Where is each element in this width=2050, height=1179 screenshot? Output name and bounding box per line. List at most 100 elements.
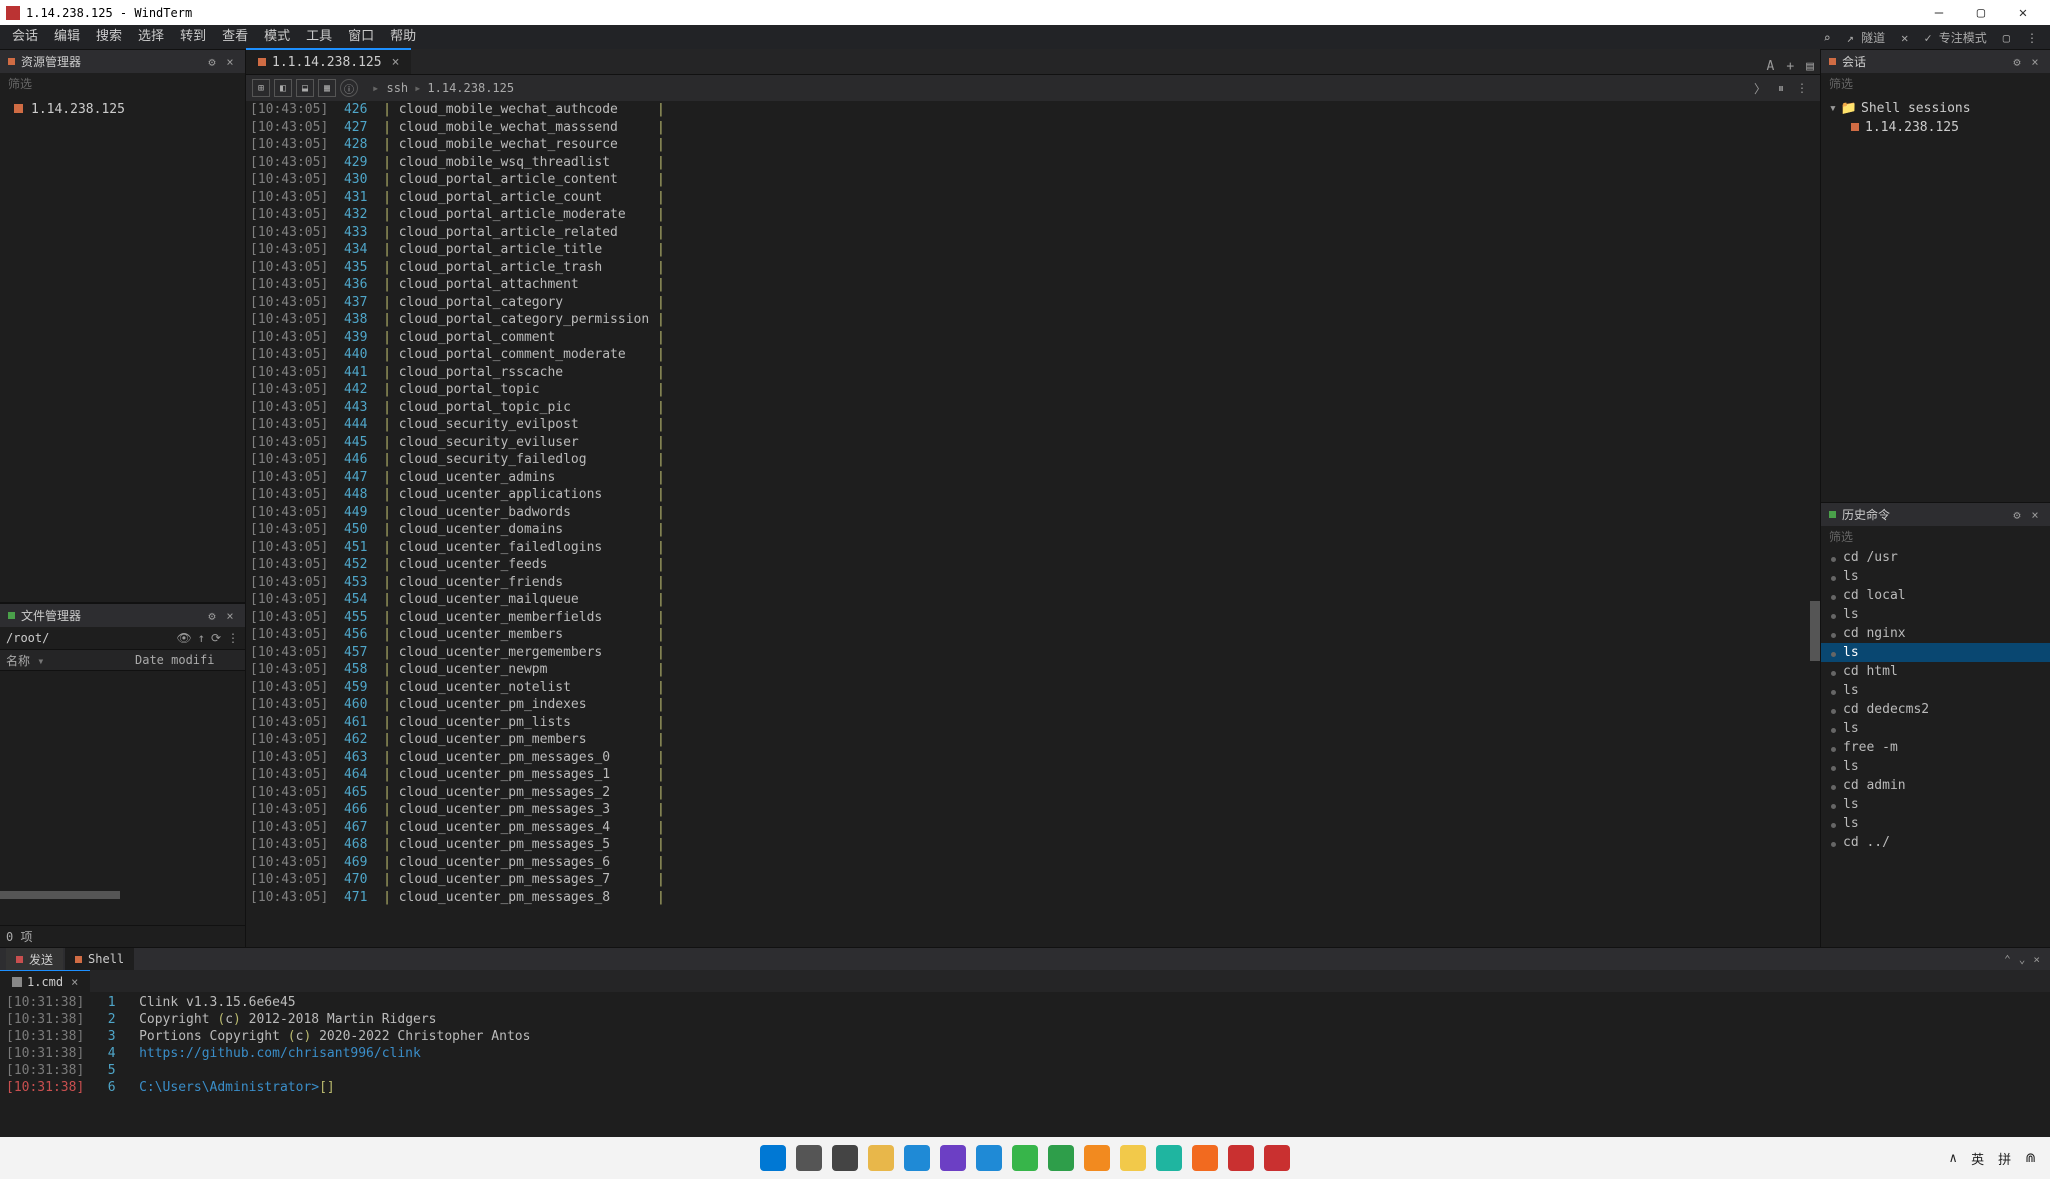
- close-icon[interactable]: ×: [2028, 508, 2042, 522]
- tray-chevron-icon[interactable]: ∧: [1949, 1151, 1957, 1166]
- pause-icon[interactable]: ⏸: [1772, 81, 1790, 96]
- vertical-scrollbar[interactable]: [1810, 601, 1820, 661]
- horizontal-scrollbar[interactable]: [0, 891, 120, 899]
- tab-close-icon[interactable]: ×: [392, 55, 400, 70]
- cmd-tab[interactable]: 1.cmd×: [0, 970, 90, 992]
- sessions-folder[interactable]: ▾📁Shell sessions: [1821, 99, 2050, 118]
- history-filter[interactable]: 筛选: [1821, 526, 2050, 548]
- expand-icon[interactable]: ⌄: [2015, 953, 2030, 966]
- explorer-node[interactable]: 1.14.238.125: [0, 99, 245, 120]
- history-item[interactable]: cd html: [1821, 662, 2050, 681]
- history-item[interactable]: ls: [1821, 795, 2050, 814]
- menu-item[interactable]: 编辑: [46, 29, 88, 44]
- refresh-icon[interactable]: ⟳: [211, 631, 221, 645]
- close-icon[interactable]: ×: [223, 609, 237, 623]
- split-q-icon[interactable]: ▦: [318, 79, 336, 97]
- explorer-filter[interactable]: 筛选: [0, 73, 245, 95]
- minimize-button[interactable]: —: [1918, 5, 1960, 21]
- menu-right-item[interactable]: ↗ 隧道: [1839, 31, 1893, 45]
- split-icon[interactable]: ⊞: [252, 79, 270, 97]
- menu-item[interactable]: 工具: [298, 29, 340, 44]
- collapse-icon[interactable]: ⌃: [2000, 953, 2015, 966]
- history-item[interactable]: ls: [1821, 719, 2050, 738]
- history-item[interactable]: ls: [1821, 814, 2050, 833]
- tab-add-icon[interactable]: +: [1780, 59, 1800, 74]
- close-icon[interactable]: ×: [223, 55, 237, 69]
- terminal[interactable]: [10:43:05] 426 | cloud_mobile_wechat_aut…: [246, 101, 1820, 947]
- taskbar-app[interactable]: [1228, 1145, 1254, 1171]
- menu-item[interactable]: 窗口: [340, 29, 382, 44]
- menu-item[interactable]: 查看: [214, 29, 256, 44]
- split-h-icon[interactable]: ◧: [274, 79, 292, 97]
- menu-right-item[interactable]: ⋮: [2018, 31, 2046, 45]
- taskbar-app[interactable]: [1156, 1145, 1182, 1171]
- history-item[interactable]: ls: [1821, 643, 2050, 662]
- menu-right-item[interactable]: ✕: [1893, 31, 1916, 45]
- menu-item[interactable]: 选择: [130, 29, 172, 44]
- bottom-terminal[interactable]: [10:31:38] 1 Clink v1.3.15.6e6e45[10:31:…: [0, 992, 2050, 1105]
- taskbar-app[interactable]: [904, 1145, 930, 1171]
- taskbar-app[interactable]: [976, 1145, 1002, 1171]
- chevron-right-icon[interactable]: 〉: [1748, 80, 1772, 97]
- info-icon[interactable]: ⓘ: [340, 79, 358, 97]
- maximize-button[interactable]: ▢: [1960, 5, 2002, 21]
- tab-layout-icon[interactable]: ▤: [1800, 59, 1820, 74]
- filemgr-body[interactable]: [0, 671, 245, 925]
- close-icon[interactable]: ×: [2029, 953, 2044, 966]
- taskbar-app[interactable]: [940, 1145, 966, 1171]
- history-item[interactable]: ls: [1821, 681, 2050, 700]
- history-item[interactable]: cd nginx: [1821, 624, 2050, 643]
- taskbar-app[interactable]: [832, 1145, 858, 1171]
- up-icon[interactable]: ↑: [198, 631, 205, 645]
- history-item[interactable]: free -m: [1821, 738, 2050, 757]
- menu-right-item[interactable]: ⌕: [1815, 31, 1838, 45]
- history-item[interactable]: cd local: [1821, 586, 2050, 605]
- sessions-leaf[interactable]: 1.14.238.125: [1821, 118, 2050, 137]
- menu-item[interactable]: 模式: [256, 29, 298, 44]
- close-button[interactable]: ✕: [2002, 5, 2044, 21]
- history-item[interactable]: ls: [1821, 757, 2050, 776]
- taskbar-app[interactable]: [760, 1145, 786, 1171]
- menu-item[interactable]: 搜索: [88, 29, 130, 44]
- gear-icon[interactable]: ⚙: [205, 55, 219, 69]
- taskbar-app[interactable]: [1048, 1145, 1074, 1171]
- history-item[interactable]: cd admin: [1821, 776, 2050, 795]
- close-icon[interactable]: ×: [71, 975, 78, 989]
- taskbar-app[interactable]: [868, 1145, 894, 1171]
- history-item[interactable]: cd ../: [1821, 833, 2050, 852]
- explorer-tree[interactable]: 1.14.238.125: [0, 95, 245, 602]
- taskbar-app[interactable]: [1012, 1145, 1038, 1171]
- bottom-tab-shell[interactable]: Shell: [65, 948, 134, 970]
- ime-lang1[interactable]: 英: [1971, 1149, 1984, 1168]
- sessions-tree[interactable]: ▾📁Shell sessions 1.14.238.125: [1821, 95, 2050, 502]
- gear-icon[interactable]: ⚙: [2010, 508, 2024, 522]
- filemgr-path[interactable]: /root/: [6, 631, 170, 645]
- taskbar-app[interactable]: [796, 1145, 822, 1171]
- tab-action-a[interactable]: A: [1761, 59, 1781, 74]
- history-item[interactable]: ls: [1821, 605, 2050, 624]
- gear-icon[interactable]: ⚙: [2010, 55, 2024, 69]
- tab-session[interactable]: 1.1.14.238.125 ×: [246, 48, 411, 74]
- breadcrumb[interactable]: ▸ ssh ▸ 1.14.238.125: [372, 81, 514, 95]
- split-v-icon[interactable]: ⬓: [296, 79, 314, 97]
- history-item[interactable]: ls: [1821, 567, 2050, 586]
- menu-item[interactable]: 帮助: [382, 29, 424, 44]
- close-icon[interactable]: ×: [2028, 55, 2042, 69]
- taskbar-app[interactable]: [1192, 1145, 1218, 1171]
- menu-right-item[interactable]: ✓ 专注模式: [1916, 31, 1994, 45]
- taskbar-app[interactable]: [1120, 1145, 1146, 1171]
- taskbar-app[interactable]: [1264, 1145, 1290, 1171]
- more-icon[interactable]: ⋮: [1790, 81, 1814, 95]
- history-list[interactable]: cd /usrlscd locallscd nginxlscd htmllscd…: [1821, 548, 2050, 947]
- system-tray[interactable]: ∧ 英 拼 ⋒: [1949, 1149, 2036, 1168]
- menu-right-item[interactable]: ▢: [1995, 31, 2018, 45]
- wifi-icon[interactable]: ⋒: [2025, 1151, 2036, 1166]
- sessions-filter[interactable]: 筛选: [1821, 73, 2050, 95]
- bottom-tab-send[interactable]: 发送: [6, 948, 63, 970]
- gear-icon[interactable]: ⚙: [205, 609, 219, 623]
- history-item[interactable]: cd dedecms2: [1821, 700, 2050, 719]
- menu-item[interactable]: 会话: [4, 29, 46, 44]
- taskbar-app[interactable]: [1084, 1145, 1110, 1171]
- menu-item[interactable]: 转到: [172, 29, 214, 44]
- ime-lang2[interactable]: 拼: [1998, 1149, 2011, 1168]
